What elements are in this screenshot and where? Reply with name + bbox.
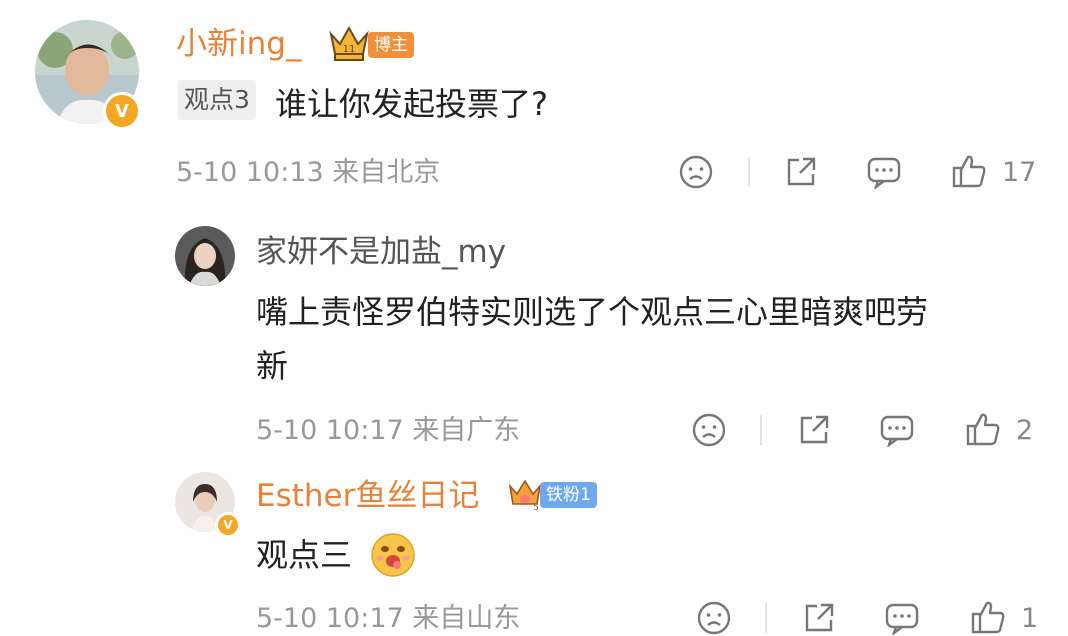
comment-icon[interactable] (879, 413, 915, 447)
svg-text:5: 5 (533, 503, 539, 512)
share-icon[interactable] (784, 155, 818, 189)
timestamp-location: 5-10 10:17 来自广东 (256, 415, 521, 446)
timestamp-location: 5-10 10:17 来自山东 (256, 603, 521, 634)
comment-icon[interactable] (866, 155, 902, 189)
thumbs-up-icon[interactable] (970, 599, 1006, 635)
divider (760, 415, 762, 445)
sad-face-icon[interactable] (692, 413, 726, 447)
avatar[interactable] (175, 226, 235, 286)
comment-text-line-2: 新 (256, 347, 289, 385)
share-icon[interactable] (802, 601, 836, 635)
sad-face-icon[interactable] (697, 601, 731, 635)
divider (765, 603, 767, 633)
comment-text: 观点三 (256, 536, 353, 574)
emoji-icon (370, 532, 416, 582)
timestamp-location: 5-10 10:13 来自北京 (176, 157, 441, 188)
share-icon[interactable] (797, 413, 831, 447)
like-count: 2 (1016, 415, 1034, 446)
fan-badge: 铁粉1 (540, 482, 597, 508)
comment-text: 谁让你发起投票了? (275, 85, 548, 123)
like-count: 17 (1002, 157, 1037, 188)
blogger-badge: 博主 (368, 32, 414, 58)
fan-crown-icon: 5 (507, 478, 543, 516)
username[interactable]: 家妍不是加盐_my (256, 232, 506, 272)
sad-face-icon[interactable] (679, 155, 713, 189)
viewpoint-tag[interactable]: 观点3 (178, 80, 256, 120)
username[interactable]: 小新ing_ (176, 24, 301, 64)
verified-badge-icon: V (215, 512, 241, 538)
comment-icon[interactable] (884, 601, 920, 635)
username[interactable]: Esther鱼丝日记 (256, 476, 479, 516)
divider (748, 157, 750, 187)
like-count: 1 (1021, 603, 1039, 634)
thumbs-up-icon[interactable] (951, 153, 987, 189)
comment-text-line-1: 嘴上责怪罗伯特实则选了个观点三心里暗爽吧劳 (256, 293, 929, 331)
svg-text:11: 11 (343, 44, 356, 55)
crown-icon: 11 (328, 24, 370, 66)
verified-badge-icon: V (103, 92, 141, 130)
thumbs-up-icon[interactable] (965, 411, 1001, 447)
